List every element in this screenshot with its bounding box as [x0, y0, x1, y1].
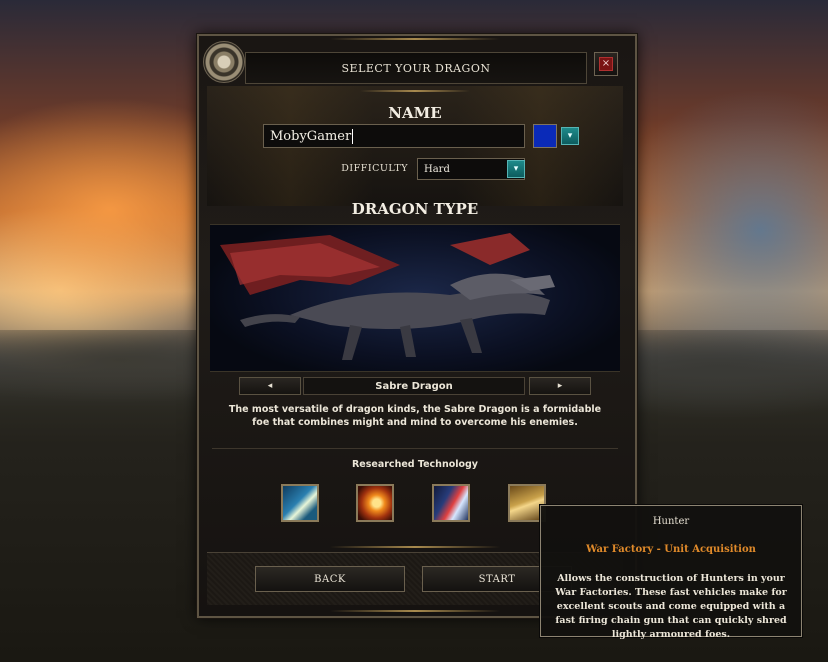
arrow-left-icon: ◂ [267, 381, 273, 391]
close-button[interactable]: × [594, 52, 618, 76]
chevron-down-icon: ▾ [513, 164, 519, 174]
speed-arrow-icon[interactable] [281, 484, 319, 522]
chevron-down-icon: ▾ [567, 131, 573, 141]
close-icon: × [599, 57, 613, 71]
text-caret [352, 128, 354, 144]
lightning-strike-icon[interactable] [432, 484, 470, 522]
dragon-illustration [220, 233, 555, 360]
gear-emblem-icon [203, 41, 245, 83]
color-dropdown-button[interactable]: ▾ [561, 127, 579, 145]
footer-ornament [330, 610, 500, 612]
tooltip-subtitle: War Factory - Unit Acquisition [586, 544, 756, 555]
arrow-right-icon: ▸ [557, 381, 563, 391]
tooltip-body: Allows the construction of Hunters in yo… [555, 573, 787, 640]
name-input-value: MobyGamer [270, 128, 352, 144]
tooltip-title: Hunter [652, 516, 690, 527]
dragon-description: The most versatile of dragon kinds, the … [228, 404, 602, 428]
fire-blade-icon[interactable] [356, 484, 394, 522]
researched-technology-heading: Researched Technology [351, 459, 479, 470]
dragon-type-name: Sabre Dragon [303, 377, 525, 395]
dragon-preview [210, 224, 620, 372]
difficulty-label: DIFFICULTY [341, 163, 408, 174]
dragon-name-input[interactable]: MobyGamer [263, 124, 525, 148]
back-button[interactable]: BACK [255, 566, 405, 592]
difficulty-dropdown-button[interactable]: ▾ [507, 160, 525, 178]
header-ornament [360, 90, 470, 92]
technology-tooltip: Hunter War Factory - Unit Acquisition Al… [540, 505, 802, 640]
dragon-type-heading: DRAGON TYPE [351, 200, 479, 218]
top-ornament [330, 38, 500, 40]
bottom-ornament [330, 546, 500, 548]
next-dragon-button[interactable]: ▸ [529, 377, 591, 395]
player-color-swatch[interactable] [533, 124, 557, 148]
prev-dragon-button[interactable]: ◂ [239, 377, 301, 395]
dialog-title: SELECT YOUR DRAGON [245, 52, 587, 84]
divider [212, 448, 618, 449]
name-heading: NAME [388, 104, 442, 122]
difficulty-value: Hard [424, 163, 450, 175]
